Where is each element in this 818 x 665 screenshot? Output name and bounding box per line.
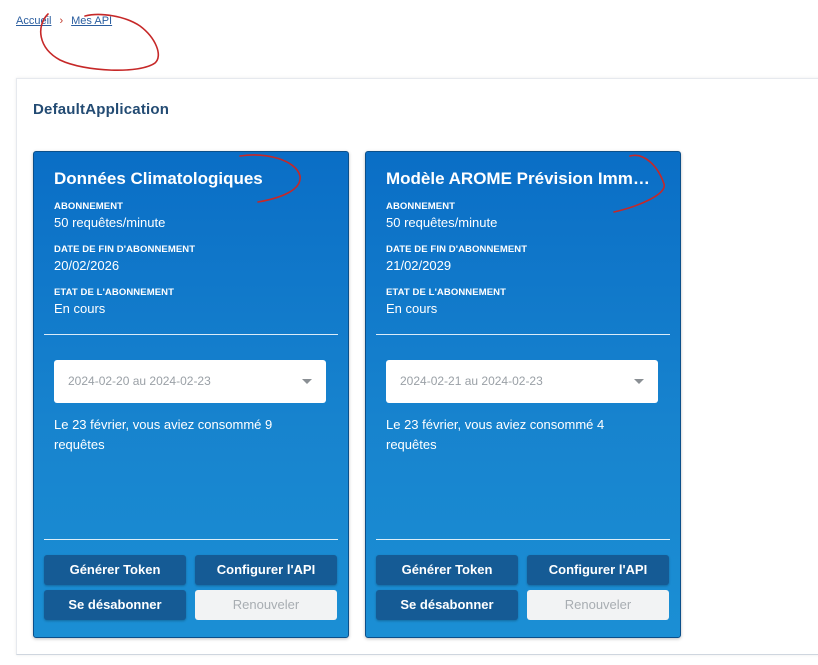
breadcrumb-current-link[interactable]: Mes API [71, 15, 112, 27]
card-divider [44, 334, 338, 335]
date-range-select[interactable]: 2024-02-21 au 2024-02-23 [386, 360, 658, 403]
end-date-label: DATE DE FIN D'ABONNEMENT [54, 244, 196, 255]
unsubscribe-button[interactable]: Se désabonner [44, 590, 186, 620]
subscription-value: 50 requêtes/minute [54, 215, 166, 230]
api-card-title: Modèle AROME Prévision Imm… [386, 169, 650, 188]
card-divider [376, 334, 670, 335]
unsubscribe-button[interactable]: Se désabonner [376, 590, 518, 620]
status-label: ETAT DE L'ABONNEMENT [54, 287, 175, 298]
generate-token-button[interactable]: Générer Token [44, 555, 186, 585]
status-value: En cours [386, 301, 438, 316]
generate-token-button[interactable]: Générer Token [376, 555, 518, 585]
card-divider [376, 539, 670, 540]
breadcrumb-separator-icon: › [59, 15, 64, 27]
end-date-label: DATE DE FIN D'ABONNEMENT [386, 244, 528, 255]
consumption-text: Le 23 février, vous aviez consommé 4 req… [386, 417, 605, 452]
breadcrumb-home-link[interactable]: Accueil [16, 15, 51, 27]
consumption-text: Le 23 février, vous aviez consommé 9 req… [54, 417, 273, 452]
renew-button[interactable]: Renouveler [195, 590, 337, 620]
chevron-down-icon [634, 379, 644, 384]
chevron-down-icon [302, 379, 312, 384]
card-divider [44, 539, 338, 540]
subscription-label: ABONNEMENT [386, 201, 456, 212]
breadcrumb: Accueil › Mes API [16, 15, 112, 27]
api-card-title: Données Climatologiques [54, 169, 263, 188]
renew-button[interactable]: Renouveler [527, 590, 669, 620]
date-range-value: 2024-02-20 au 2024-02-23 [68, 374, 211, 388]
status-label: ETAT DE L'ABONNEMENT [386, 287, 507, 298]
api-card: Modèle AROME Prévision Imm… ABONNEMENT 5… [365, 151, 681, 638]
date-range-select[interactable]: 2024-02-20 au 2024-02-23 [54, 360, 326, 403]
configure-api-button[interactable]: Configurer l'API [527, 555, 669, 585]
status-value: En cours [54, 301, 106, 316]
date-range-value: 2024-02-21 au 2024-02-23 [400, 374, 543, 388]
application-title: DefaultApplication [33, 101, 170, 118]
end-date-value: 20/02/2026 [54, 258, 120, 273]
application-panel: DefaultApplication Données Climatologiqu… [16, 78, 818, 655]
api-card: Données Climatologiques ABONNEMENT 50 re… [33, 151, 349, 638]
subscription-label: ABONNEMENT [54, 201, 124, 212]
subscription-value: 50 requêtes/minute [386, 215, 498, 230]
configure-api-button[interactable]: Configurer l'API [195, 555, 337, 585]
end-date-value: 21/02/2029 [386, 258, 452, 273]
